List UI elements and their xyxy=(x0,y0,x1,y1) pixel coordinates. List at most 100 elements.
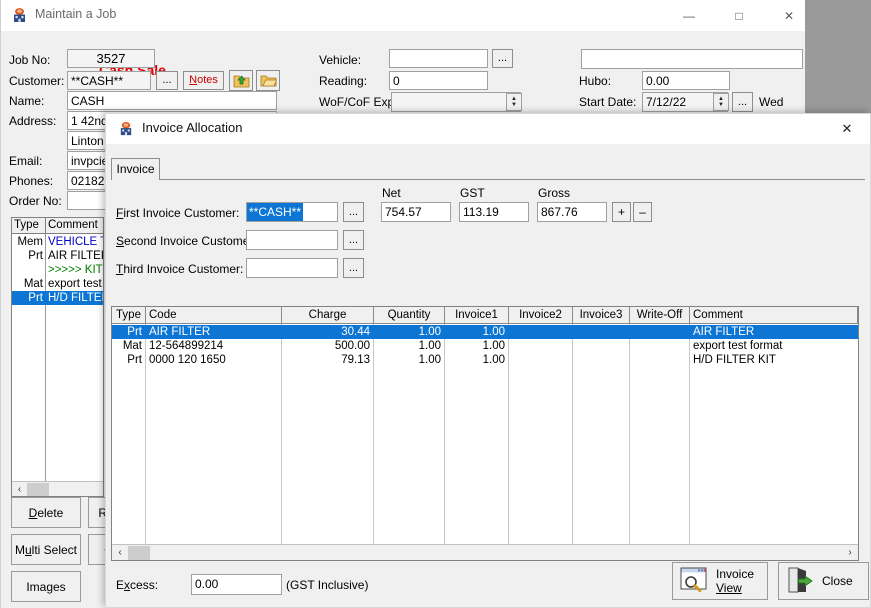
grid-col-invoice1[interactable]: Invoice1 xyxy=(445,307,509,323)
dialog-close-button[interactable]: ✕ xyxy=(824,114,870,144)
gst-label: GST xyxy=(460,186,485,200)
tab-invoice[interactable]: Invoice xyxy=(111,158,160,180)
close-button[interactable]: Close xyxy=(778,562,869,600)
allocation-grid-hscrollbar[interactable]: ‹ › xyxy=(112,544,858,560)
job-grid-cell-comment: export test fo xyxy=(48,278,103,290)
vehicle-field[interactable] xyxy=(389,49,488,68)
grid-col-quantity[interactable]: Quantity xyxy=(374,307,445,323)
customer-field[interactable]: **CASH** xyxy=(67,71,151,90)
vehicle-browse-button[interactable]: ... xyxy=(492,49,513,68)
name-field[interactable]: CASH xyxy=(67,91,277,110)
close-icon: ✕ xyxy=(841,121,853,136)
images-button[interactable]: Images xyxy=(11,571,81,602)
second-invoice-customer-field[interactable] xyxy=(246,230,338,250)
scrollbar-thumb[interactable] xyxy=(27,483,49,496)
job-grid-hscrollbar[interactable]: ‹ xyxy=(12,481,103,496)
job-grid-col-type[interactable]: Type xyxy=(12,218,46,233)
folder-up-icon xyxy=(233,75,249,88)
job-lines-grid[interactable]: Type Comment Mem VEHICLE TE Prt AIR FILT… xyxy=(11,217,104,497)
wof-cof-exp-field[interactable] xyxy=(391,92,521,112)
allocation-grid[interactable]: Type Code Charge Quantity Invoice1 Invoi… xyxy=(111,306,859,561)
minimize-button[interactable]: — xyxy=(666,0,712,31)
job-grid-row[interactable]: Mat export test fo xyxy=(12,277,103,291)
first-invoice-customer-field[interactable]: **CASH** xyxy=(246,202,338,222)
table-row[interactable]: Prt AIR FILTER 30.44 1.00 1.00 AIR FILTE… xyxy=(112,325,858,339)
job-grid-row[interactable]: Prt AIR FILTER xyxy=(12,249,103,263)
notes-button[interactable]: Notes xyxy=(183,71,224,90)
phones-label: Phones: xyxy=(9,174,54,188)
grid-col-comment[interactable]: Comment xyxy=(690,307,858,323)
hubo-field[interactable]: 0.00 xyxy=(642,71,730,90)
folder-open-icon xyxy=(260,75,277,87)
start-date-browse-button[interactable]: ... xyxy=(732,92,753,112)
add-allocation-button[interactable]: + xyxy=(612,202,631,222)
tab-active-indicator xyxy=(112,178,159,180)
invoice-view-line2: View xyxy=(716,581,742,595)
gst-inclusive-note: (GST Inclusive) xyxy=(286,578,369,592)
invoice-view-button[interactable]: Invoice View xyxy=(672,562,768,600)
multi-select-button[interactable]: Multi Select xyxy=(11,534,81,565)
scroll-right-icon[interactable]: › xyxy=(843,545,857,560)
job-grid-col-comment[interactable]: Comment xyxy=(46,218,103,233)
grid-col-invoice2[interactable]: Invoice2 xyxy=(509,307,573,323)
app-icon xyxy=(118,121,134,137)
table-row[interactable]: Mat 12-564899214 500.00 1.00 1.00 export… xyxy=(112,339,858,353)
grid-col-invoice3[interactable]: Invoice3 xyxy=(573,307,630,323)
wof-cof-spinner[interactable]: ▲ ▼ xyxy=(506,93,522,111)
top-right-field[interactable] xyxy=(581,49,803,69)
app-icon xyxy=(11,7,28,24)
excess-label: Excess: xyxy=(116,578,159,592)
scroll-left-icon[interactable]: ‹ xyxy=(113,545,127,560)
scrollbar-thumb[interactable] xyxy=(128,546,150,560)
cell-invoice2 xyxy=(509,325,572,339)
maximize-button[interactable]: □ xyxy=(716,0,762,31)
job-lines-grid-header: Type Comment xyxy=(12,218,103,234)
grid-col-write-off[interactable]: Write-Off xyxy=(630,307,690,323)
job-grid-cell-type: Mat xyxy=(23,278,43,290)
third-invoice-customer-field[interactable] xyxy=(246,258,338,278)
grid-col-type[interactable]: Type xyxy=(112,307,146,323)
cell-write-off xyxy=(630,353,689,367)
job-no-field[interactable]: 3527 xyxy=(67,49,155,68)
cell-write-off xyxy=(630,339,689,353)
excess-field[interactable]: 0.00 xyxy=(191,574,282,595)
scroll-left-icon[interactable]: ‹ xyxy=(13,482,26,496)
first-invoice-customer-label: First Invoice Customer: xyxy=(116,206,240,220)
cell-invoice2 xyxy=(509,353,572,367)
invoice-view-line1: Invoice xyxy=(716,567,755,581)
dialog-titlebar[interactable]: Invoice Allocation ✕ xyxy=(106,114,870,144)
job-grid-row[interactable]: >>>>> KIT P xyxy=(12,263,103,277)
dialog-title: Invoice Allocation xyxy=(142,120,243,135)
table-row[interactable]: Prt 0000 120 1650 79.13 1.00 1.00 H/D FI… xyxy=(112,353,858,367)
net-field[interactable]: 754.57 xyxy=(381,202,451,222)
reading-label: Reading: xyxy=(319,74,368,88)
start-date-spinner[interactable]: ▲ ▼ xyxy=(713,93,729,111)
cell-invoice3 xyxy=(573,325,629,339)
job-grid-row[interactable]: Mem VEHICLE TE xyxy=(12,235,103,249)
third-invoice-customer-browse-button[interactable]: ... xyxy=(343,258,364,278)
gst-field[interactable]: 113.19 xyxy=(459,202,529,222)
gross-field[interactable]: 867.76 xyxy=(537,202,607,222)
delete-button[interactable]: Delete xyxy=(11,497,81,528)
cell-invoice2 xyxy=(509,339,572,353)
grid-col-charge[interactable]: Charge xyxy=(282,307,374,323)
second-invoice-customer-browse-button[interactable]: ... xyxy=(343,230,364,250)
grid-col-code[interactable]: Code xyxy=(146,307,282,323)
first-invoice-customer-browse-button[interactable]: ... xyxy=(343,202,364,222)
customer-browse-button[interactable]: ... xyxy=(156,71,178,90)
folder-up-button[interactable] xyxy=(229,70,253,91)
start-date-label: Start Date: xyxy=(579,95,637,109)
cell-charge: 500.00 xyxy=(334,340,370,352)
vehicle-label: Vehicle: xyxy=(319,53,362,67)
third-invoice-customer-label: Third Invoice Customer: xyxy=(116,262,244,276)
job-grid-cell-comment: H/D FILTER xyxy=(48,292,103,304)
main-titlebar[interactable]: Maintain a Job — □ ✕ xyxy=(1,0,805,31)
second-invoice-customer-label: Second Invoice Customer: xyxy=(116,234,257,248)
folder-open-button[interactable] xyxy=(256,70,280,91)
close-window-button[interactable]: ✕ xyxy=(766,0,812,31)
job-grid-cell-type: Prt xyxy=(28,292,43,304)
remove-allocation-button[interactable]: – xyxy=(633,202,652,222)
reading-field[interactable]: 0 xyxy=(389,71,488,90)
job-grid-row-selected[interactable]: Prt H/D FILTER xyxy=(12,291,103,305)
cell-invoice3 xyxy=(573,339,629,353)
